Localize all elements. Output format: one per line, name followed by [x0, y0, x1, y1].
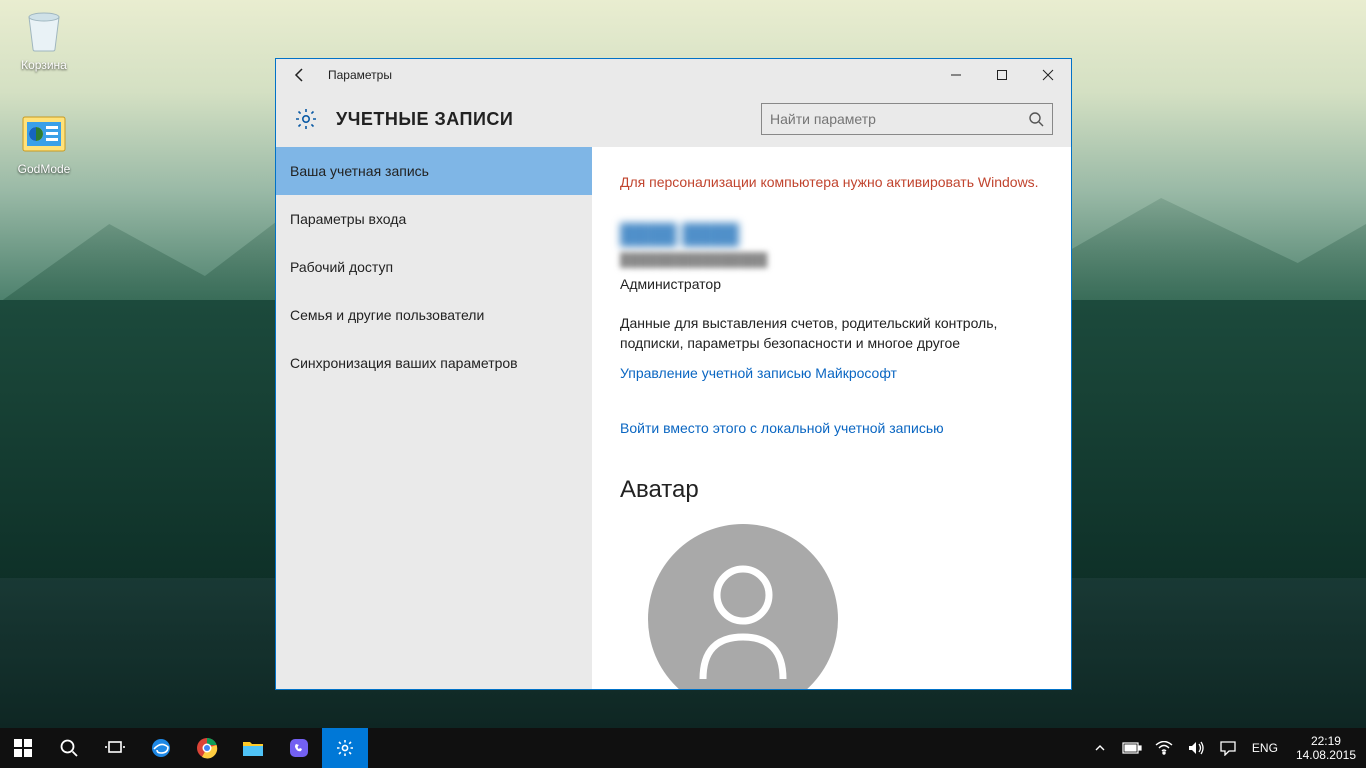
search-icon — [1028, 111, 1044, 127]
sidebar-item-family-users[interactable]: Семья и другие пользователи — [276, 291, 592, 339]
account-description: Данные для выставления счетов, родительс… — [620, 314, 1043, 353]
tray-battery-icon[interactable] — [1116, 728, 1148, 768]
taskbar-app-viber[interactable] — [276, 728, 322, 768]
avatar-heading: Аватар — [620, 473, 1043, 507]
minimize-button[interactable] — [933, 59, 979, 91]
tray-volume-icon[interactable] — [1180, 728, 1212, 768]
close-button[interactable] — [1025, 59, 1071, 91]
desktop-icon-godmode[interactable]: GodMode — [6, 110, 82, 176]
settings-window: Параметры УЧЕТНЫЕ ЗАП — [275, 58, 1072, 690]
settings-sidebar: Ваша учетная запись Параметры входа Рабо… — [276, 147, 592, 689]
system-tray: ENG 22:19 14.08.2015 — [1084, 728, 1366, 768]
window-title: Параметры — [328, 68, 392, 82]
settings-header: УЧЕТНЫЕ ЗАПИСИ — [276, 91, 1071, 147]
user-block: ████ ████ ████████████████ Администратор — [620, 221, 1043, 295]
tray-overflow-button[interactable] — [1084, 728, 1116, 768]
task-view-button[interactable] — [92, 728, 138, 768]
desktop-icon-label: GodMode — [6, 162, 82, 176]
tray-time: 22:19 — [1296, 734, 1356, 748]
tray-language[interactable]: ENG — [1244, 741, 1286, 755]
user-email: ████████████████ — [620, 251, 1043, 269]
gear-icon — [294, 107, 318, 131]
taskbar-app-chrome[interactable] — [184, 728, 230, 768]
activation-warning: Для персонализации компьютера нужно акти… — [620, 173, 1040, 193]
tray-wifi-icon[interactable] — [1148, 728, 1180, 768]
recycle-bin-icon — [20, 6, 68, 54]
sidebar-item-label: Параметры входа — [290, 211, 406, 227]
tray-clock[interactable]: 22:19 14.08.2015 — [1286, 734, 1366, 763]
taskbar-app-edge[interactable] — [138, 728, 184, 768]
taskbar-search-button[interactable] — [46, 728, 92, 768]
sidebar-item-work-access[interactable]: Рабочий доступ — [276, 243, 592, 291]
person-icon — [688, 559, 798, 679]
taskbar-app-settings[interactable] — [322, 728, 368, 768]
user-role: Администратор — [620, 275, 1043, 295]
desktop-icon-recycle-bin[interactable]: Корзина — [6, 6, 82, 72]
tray-date: 14.08.2015 — [1296, 748, 1356, 762]
sidebar-item-label: Синхронизация ваших параметров — [290, 355, 518, 371]
taskbar-app-explorer[interactable] — [230, 728, 276, 768]
avatar-placeholder — [648, 524, 838, 689]
sidebar-item-your-account[interactable]: Ваша учетная запись — [276, 147, 592, 195]
tray-action-center-icon[interactable] — [1212, 728, 1244, 768]
sidebar-item-label: Ваша учетная запись — [290, 163, 429, 179]
search-input[interactable] — [770, 111, 1028, 127]
page-heading: УЧЕТНЫЕ ЗАПИСИ — [336, 109, 513, 130]
search-box[interactable] — [761, 103, 1053, 135]
maximize-button[interactable] — [979, 59, 1025, 91]
sidebar-item-label: Рабочий доступ — [290, 259, 393, 275]
desktop: Корзина GodMode Параметры — [0, 0, 1366, 768]
desktop-icon-label: Корзина — [6, 58, 82, 72]
sidebar-item-signin-options[interactable]: Параметры входа — [276, 195, 592, 243]
titlebar[interactable]: Параметры — [276, 59, 1071, 91]
manage-account-link[interactable]: Управление учетной записью Майкрософт — [620, 364, 897, 384]
taskbar: ENG 22:19 14.08.2015 — [0, 728, 1366, 768]
godmode-icon — [20, 110, 68, 158]
sidebar-item-label: Семья и другие пользователи — [290, 307, 484, 323]
local-signin-link[interactable]: Войти вместо этого с локальной учетной з… — [620, 419, 944, 439]
sidebar-item-sync-settings[interactable]: Синхронизация ваших параметров — [276, 339, 592, 387]
settings-content: Для персонализации компьютера нужно акти… — [592, 147, 1071, 689]
start-button[interactable] — [0, 728, 46, 768]
back-button[interactable] — [290, 65, 310, 85]
user-display-name: ████ ████ — [620, 221, 1043, 249]
